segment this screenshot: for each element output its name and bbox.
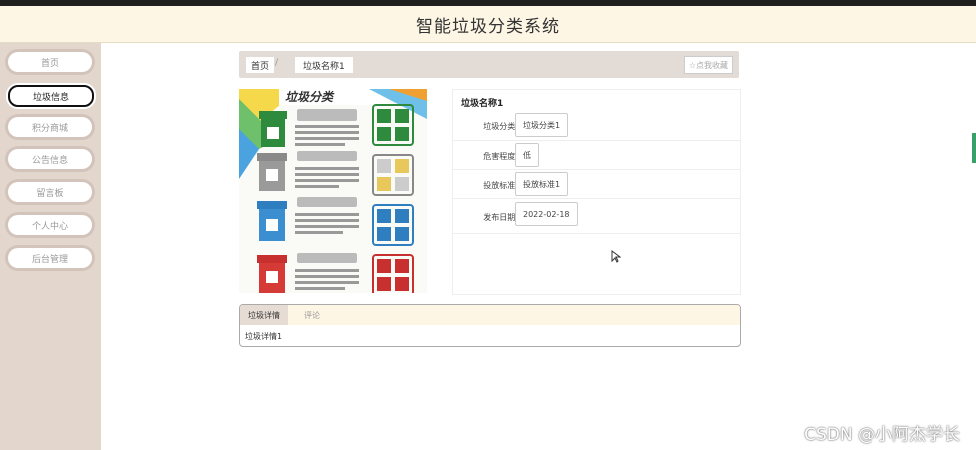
sidebar-item-label: 个人中心 xyxy=(31,221,68,232)
watermark: CSDN @小阿杰学长 xyxy=(804,425,960,445)
category-label: 垃圾分类: xyxy=(483,122,518,131)
detail-row-disposal-standard: 投放标准: 投放标准1 xyxy=(453,170,740,199)
garbage-poster-illustration: 垃圾分类 xyxy=(239,89,427,293)
page-header: 智能垃圾分类系统 xyxy=(0,6,976,43)
sidebar: 首页 垃圾信息 积分商城 公告信息 留言板 个人中心 后台管理 xyxy=(0,43,101,450)
green-category-icon-grid xyxy=(372,104,414,146)
sidebar-item-label: 公告信息 xyxy=(31,155,68,166)
hazardous-bin-icon xyxy=(257,255,287,293)
favorite-button[interactable]: ☆点我收藏 xyxy=(683,56,733,74)
breadcrumb-home[interactable]: 首页 xyxy=(246,57,275,73)
mouse-cursor-icon xyxy=(611,250,621,263)
red-category-icon-grid xyxy=(372,254,414,293)
disposal-standard-value: 投放标准1 xyxy=(515,172,569,196)
sidebar-item-label: 积分商城 xyxy=(31,123,68,134)
tab-garbage-detail[interactable]: 垃圾详情 xyxy=(240,305,288,325)
breadcrumb-current: 垃圾名称1 xyxy=(295,57,353,73)
garbage-detail-panel: 垃圾名称1 垃圾分类: 垃圾分类1 危害程度: 低 投放标准: 投放标准1 发布… xyxy=(452,89,741,295)
detail-tabs: 垃圾详情 评论 垃圾详情1 xyxy=(239,304,741,347)
hazard-value: 低 xyxy=(515,143,539,167)
garbage-image: 垃圾分类 xyxy=(239,89,427,293)
tab-bar: 垃圾详情 评论 xyxy=(240,305,740,325)
gray-category-icon-grid xyxy=(372,154,414,196)
sidebar-item-message-board[interactable]: 留言板 xyxy=(8,182,92,202)
blue-category-icon-grid xyxy=(372,204,414,246)
sidebar-item-label: 留言板 xyxy=(36,188,64,199)
breadcrumb-separator: / xyxy=(275,58,279,68)
sidebar-item-admin[interactable]: 后台管理 xyxy=(8,248,92,268)
sidebar-item-garbage-info[interactable]: 垃圾信息 xyxy=(8,85,94,107)
tab-comments[interactable]: 评论 xyxy=(288,305,336,325)
publish-date-label: 发布日期: xyxy=(483,213,518,222)
category-value: 垃圾分类1 xyxy=(515,113,569,137)
sidebar-item-personal-center[interactable]: 个人中心 xyxy=(8,215,92,235)
poster-heading: 垃圾分类 xyxy=(285,90,335,104)
sidebar-item-label: 后台管理 xyxy=(31,254,68,265)
recyclable-bin-icon xyxy=(257,201,287,241)
recycle-bin-icon xyxy=(259,111,287,147)
poster-text-blocks xyxy=(295,109,359,290)
sidebar-item-announcements[interactable]: 公告信息 xyxy=(8,149,92,169)
sidebar-item-label: 首页 xyxy=(40,58,59,69)
detail-row-category: 垃圾分类: 垃圾分类1 xyxy=(453,110,740,141)
side-edge-tab[interactable] xyxy=(972,133,976,163)
other-waste-bin-icon xyxy=(257,153,287,191)
sidebar-item-home[interactable]: 首页 xyxy=(8,52,92,72)
sidebar-item-points-mall[interactable]: 积分商城 xyxy=(8,117,92,137)
publish-date-value: 2022-02-18 xyxy=(515,202,578,226)
breadcrumb: 首页 / 垃圾名称1 ☆点我收藏 xyxy=(239,51,739,78)
sidebar-item-label: 垃圾信息 xyxy=(32,92,69,103)
detail-row-hazard: 危害程度: 低 xyxy=(453,141,740,170)
hazard-label: 危害程度: xyxy=(483,152,518,161)
garbage-name: 垃圾名称1 xyxy=(461,99,504,109)
tab-content: 垃圾详情1 xyxy=(245,332,283,341)
detail-row-publish-date: 发布日期: 2022-02-18 xyxy=(453,199,740,234)
disposal-standard-label: 投放标准: xyxy=(483,181,518,190)
app-title: 智能垃圾分类系统 xyxy=(416,16,560,37)
